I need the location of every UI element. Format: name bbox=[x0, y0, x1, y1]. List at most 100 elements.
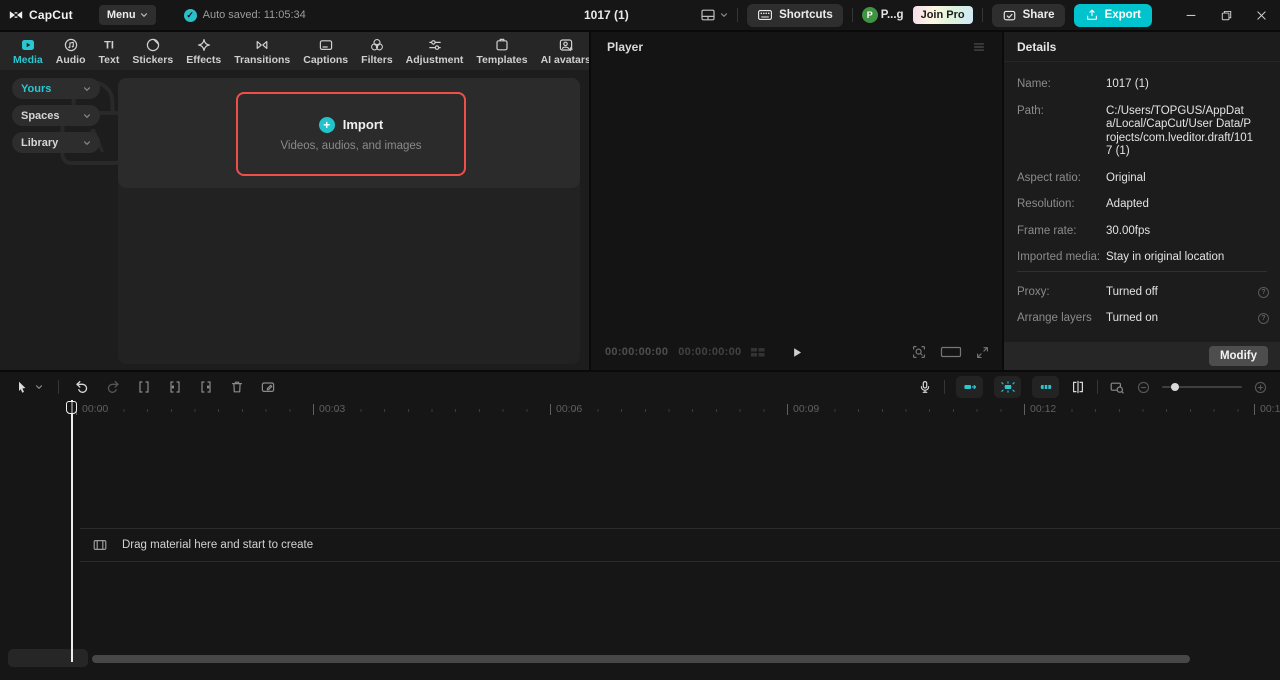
tab-text[interactable]: TI Text bbox=[96, 36, 123, 67]
chevron-down-icon[interactable] bbox=[35, 383, 43, 391]
redo-button[interactable] bbox=[105, 379, 121, 395]
profile-chip[interactable]: P P...g bbox=[862, 7, 904, 23]
horizontal-scrollbar[interactable] bbox=[92, 655, 1190, 663]
tab-transitions[interactable]: Transitions bbox=[231, 36, 293, 67]
template-icon bbox=[494, 37, 510, 53]
tab-audio[interactable]: Audio bbox=[53, 36, 89, 67]
timeline-ruler[interactable]: 00:00 00:03 00:06 00:09 00:12 00:15 bbox=[72, 402, 1280, 419]
tab-stickers[interactable]: Stickers bbox=[129, 36, 176, 67]
slider-handle[interactable] bbox=[1171, 383, 1179, 391]
detail-row-path: Path: C:/Users/TOPGUS/AppData/Local/CapC… bbox=[1017, 105, 1267, 159]
timeline-toolbar bbox=[0, 372, 1280, 402]
keyboard-icon bbox=[757, 7, 773, 23]
linking-toggle[interactable] bbox=[1032, 376, 1059, 398]
aspect-ratio-icon[interactable] bbox=[940, 344, 962, 360]
media-panel: Media Audio TI Text Stickers Effects Tra… bbox=[0, 32, 589, 370]
tab-adjustment[interactable]: Adjustment bbox=[403, 36, 467, 67]
delete-left-button[interactable] bbox=[167, 379, 183, 395]
minimize-button[interactable] bbox=[1178, 0, 1204, 30]
ruler-label: 00:15 bbox=[1254, 404, 1280, 415]
sparkle-icon bbox=[196, 37, 212, 53]
play-button[interactable] bbox=[790, 346, 803, 359]
restore-icon bbox=[1220, 9, 1233, 22]
preview-axis-toggle[interactable] bbox=[1070, 379, 1086, 395]
zoom-in-button[interactable] bbox=[1253, 380, 1268, 395]
tab-captions[interactable]: Captions bbox=[300, 36, 351, 67]
divider bbox=[1017, 271, 1267, 272]
main-track-magnet-toggle[interactable] bbox=[956, 376, 983, 398]
detail-row-aspect-ratio: Aspect ratio: Original bbox=[1017, 172, 1267, 186]
detail-row-arrange-layers: Arrange layers Turned on ? bbox=[1017, 312, 1267, 326]
detail-row-resolution: Resolution: Adapted bbox=[1017, 198, 1267, 212]
filters-icon bbox=[369, 37, 385, 53]
ruler-label: 00:12 bbox=[1024, 404, 1056, 415]
import-title: Import bbox=[343, 117, 383, 132]
chevron-down-icon bbox=[83, 85, 91, 93]
profile-name: P...g bbox=[881, 9, 904, 21]
split-button[interactable] bbox=[136, 379, 152, 395]
undo-button[interactable] bbox=[74, 379, 90, 395]
maximize-button[interactable] bbox=[1213, 0, 1239, 30]
delete-right-button[interactable] bbox=[198, 379, 214, 395]
shortcuts-button[interactable]: Shortcuts bbox=[747, 4, 843, 27]
auto-snapping-toggle[interactable] bbox=[994, 376, 1021, 398]
media-tab-bar: Media Audio TI Text Stickers Effects Tra… bbox=[0, 32, 589, 70]
tab-effects[interactable]: Effects bbox=[183, 36, 224, 67]
sidebar-item-yours[interactable]: Yours bbox=[12, 78, 100, 99]
ruler-ticks bbox=[76, 409, 1280, 412]
record-voiceover-button[interactable] bbox=[917, 379, 933, 395]
modify-button[interactable]: Modify bbox=[1209, 346, 1268, 366]
ai-avatar-icon bbox=[558, 37, 574, 53]
help-icon[interactable]: ? bbox=[1258, 287, 1269, 298]
fullscreen-icon[interactable] bbox=[975, 345, 990, 360]
plus-icon: + bbox=[319, 117, 335, 133]
divider bbox=[1097, 380, 1098, 394]
detail-row-imported-media: Imported media: Stay in original locatio… bbox=[1017, 251, 1267, 265]
player-menu-icon[interactable] bbox=[972, 40, 986, 54]
audio-icon bbox=[63, 37, 79, 53]
sidebar-item-spaces[interactable]: Spaces bbox=[12, 105, 100, 126]
chevron-down-icon bbox=[83, 139, 91, 147]
close-button[interactable] bbox=[1248, 0, 1274, 30]
tab-filters[interactable]: Filters bbox=[358, 36, 396, 67]
chevron-down-icon bbox=[140, 11, 148, 19]
sidebar-item-library[interactable]: Library bbox=[12, 132, 100, 153]
export-button[interactable]: Export bbox=[1074, 4, 1152, 27]
filmstrip-icon bbox=[92, 537, 108, 553]
edit-properties-button[interactable] bbox=[260, 379, 276, 395]
import-subtitle: Videos, audios, and images bbox=[280, 140, 421, 152]
zoom-to-fit-button[interactable] bbox=[1109, 379, 1125, 395]
playhead-line[interactable] bbox=[71, 400, 73, 662]
current-timecode: 00:00:00:00 bbox=[605, 346, 668, 358]
timeline-placeholder-text: Drag material here and start to create bbox=[122, 539, 313, 551]
timeline-zoom-slider[interactable] bbox=[1162, 380, 1242, 394]
total-timecode: 00:00:00:00 bbox=[678, 346, 741, 358]
zoom-out-button[interactable] bbox=[1136, 380, 1151, 395]
ruler-label: 00:00 bbox=[76, 404, 108, 415]
import-highlight-box[interactable]: + Import Videos, audios, and images bbox=[236, 92, 466, 176]
join-pro-button[interactable]: Join Pro bbox=[913, 6, 973, 24]
delete-button[interactable] bbox=[229, 379, 245, 395]
select-tool-button[interactable] bbox=[14, 379, 30, 395]
tab-media[interactable]: Media bbox=[10, 36, 46, 67]
player-viewport[interactable] bbox=[591, 62, 1002, 334]
playhead-handle[interactable] bbox=[66, 401, 77, 414]
export-label: Export bbox=[1105, 9, 1141, 21]
sticker-icon bbox=[145, 37, 161, 53]
tab-templates[interactable]: Templates bbox=[473, 36, 530, 67]
help-icon[interactable]: ? bbox=[1258, 313, 1269, 324]
track-header-area bbox=[8, 649, 88, 667]
chevron-down-icon bbox=[83, 112, 91, 120]
capcut-window: CapCut Menu ✓ Auto saved: 11:05:34 1017 … bbox=[0, 0, 1280, 680]
tab-ai-avatars[interactable]: AI avatars bbox=[538, 36, 589, 67]
details-footer: Modify bbox=[1004, 342, 1280, 370]
menu-button[interactable]: Menu bbox=[99, 5, 156, 25]
details-body: Name: 1017 (1) Path: C:/Users/TOPGUS/App… bbox=[1004, 63, 1280, 342]
layout-switch-button[interactable] bbox=[700, 7, 728, 23]
media-content-area: + Import Videos, audios, and images bbox=[118, 78, 580, 364]
empty-track-dropzone[interactable]: Drag material here and start to create bbox=[80, 528, 1280, 562]
share-button[interactable]: Share bbox=[992, 4, 1065, 27]
preview-zoom-icon[interactable] bbox=[911, 344, 927, 360]
capcut-logo: CapCut bbox=[8, 7, 73, 23]
frames-display-icon[interactable] bbox=[751, 346, 765, 358]
